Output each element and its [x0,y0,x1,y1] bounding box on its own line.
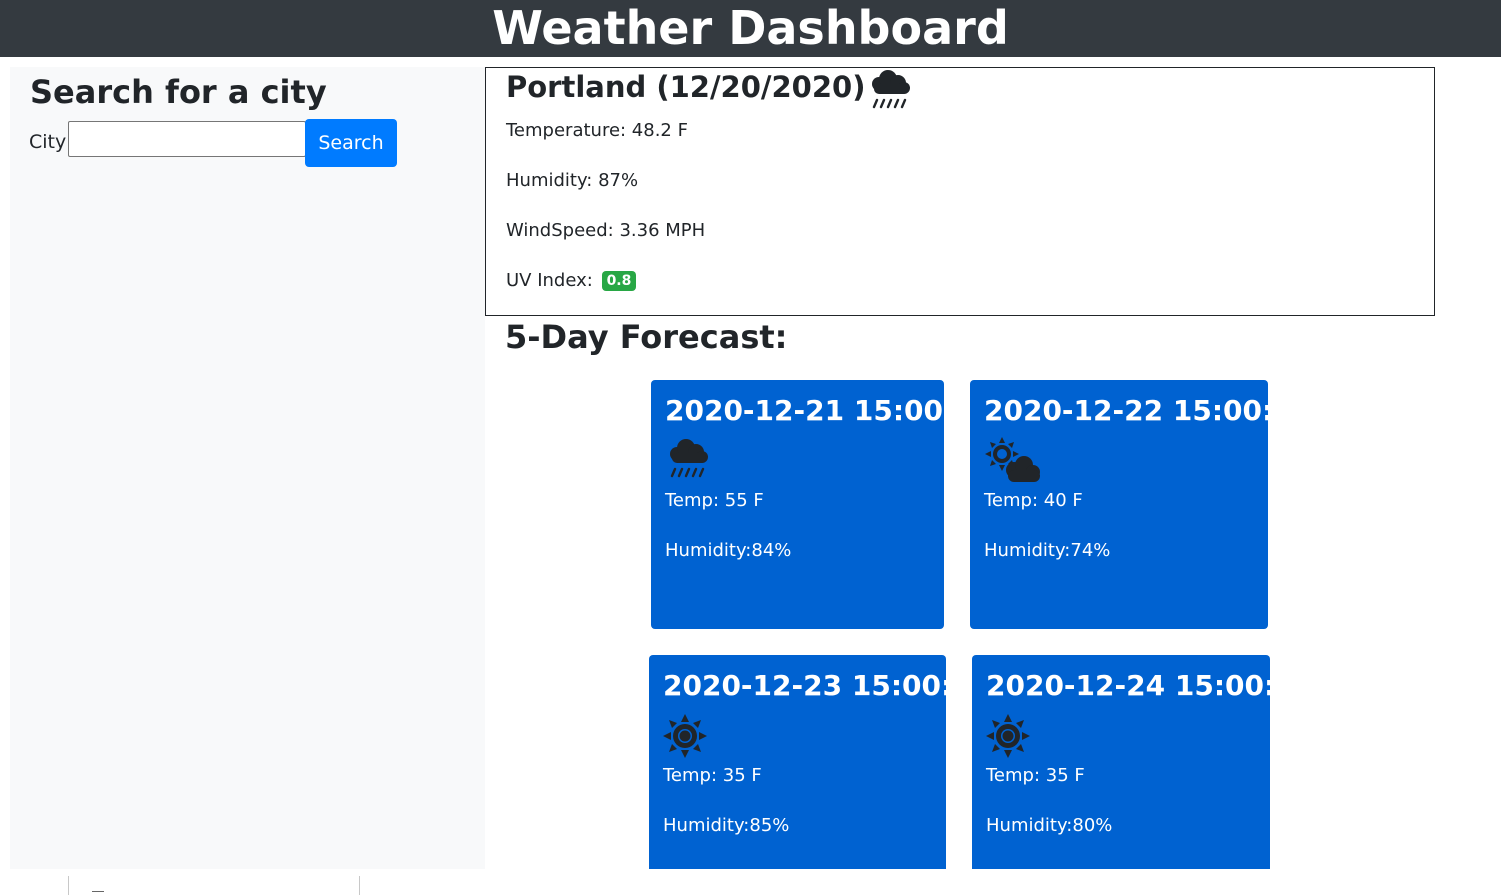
uv-label: UV Index: [506,270,593,291]
forecast-temp: Temp: 35 F [986,765,1085,786]
sidebar-title: Search for a city [30,73,327,111]
current-city-title: Portland (12/20/2020) [506,70,913,121]
forecast-card: 2020-12-24 15:00:00 Temp: 35 F Humidity:… [972,655,1270,869]
forecast-date: 2020-12-21 15:00:00 [665,394,944,427]
divider [68,876,69,895]
forecast-card: 2020-12-21 15:00:00 Temp: 55 F Humidity:… [651,380,944,629]
header-bar: Weather Dashboard [0,0,1501,57]
forecast-date: 2020-12-24 15:00:00 [986,669,1270,702]
city-input[interactable] [68,121,306,157]
rain-cloud-icon [865,66,913,121]
forecast-humidity: Humidity:80% [986,815,1113,836]
sun-icon [986,711,1034,759]
divider [92,891,104,892]
current-city-date: Portland (12/20/2020) [506,70,866,104]
forecast-card: 2020-12-22 15:00:00 [970,380,1268,629]
current-humidity: Humidity: 87% [506,170,639,191]
current-weather-panel: Portland (12/20/2020) Temperature: 48.2 … [485,67,1435,316]
forecast-heading: 5-Day Forecast: [505,318,788,356]
current-uv-row: UV Index: 0.8 [506,270,637,291]
sun-icon [663,711,711,759]
forecast-temp: Temp: 40 F [984,490,1083,511]
uv-index-badge: 0.8 [601,271,637,291]
page-title: Weather Dashboard [492,1,1009,55]
forecast-date: 2020-12-22 15:00:00 [984,394,1268,427]
partly-cloudy-icon [984,436,1040,484]
forecast-temp: Temp: 55 F [665,490,764,511]
forecast-humidity: Humidity:85% [663,815,790,836]
city-label: City [29,131,67,153]
rain-cloud-icon [665,436,713,484]
forecast-humidity: Humidity:84% [665,540,792,561]
current-temperature: Temperature: 48.2 F [506,120,688,141]
forecast-temp: Temp: 35 F [663,765,762,786]
search-button[interactable]: Search [305,119,397,167]
divider [359,876,360,895]
forecast-date: 2020-12-23 15:00:00 [663,669,946,702]
forecast-humidity: Humidity:74% [984,540,1111,561]
search-sidebar: Search for a city City Search [10,67,485,869]
current-windspeed: WindSpeed: 3.36 MPH [506,220,706,241]
forecast-card: 2020-12-23 15:00:00 Temp: 35 F Humidity:… [649,655,946,869]
